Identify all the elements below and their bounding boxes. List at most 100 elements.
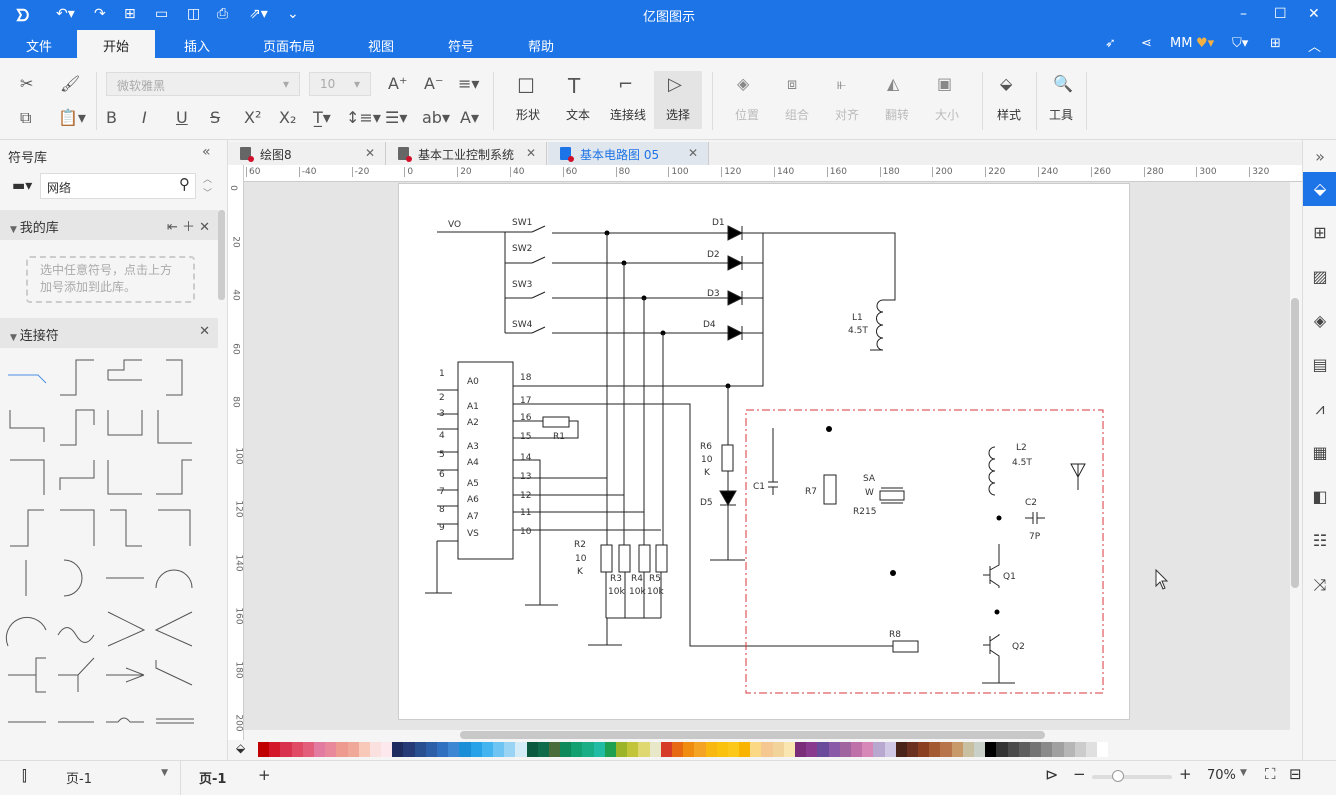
- color-swatch[interactable]: [1063, 742, 1075, 757]
- expand-panel-icon[interactable]: »: [1303, 140, 1336, 174]
- color-swatch[interactable]: [537, 742, 549, 757]
- color-swatch[interactable]: [918, 742, 930, 757]
- color-swatch[interactable]: [459, 742, 471, 757]
- color-swatch[interactable]: [1007, 742, 1019, 757]
- fill-bucket-icon[interactable]: ⬙: [236, 741, 245, 755]
- color-swatch[interactable]: [783, 742, 795, 757]
- color-swatch[interactable]: [593, 742, 605, 757]
- color-swatch[interactable]: [671, 742, 684, 757]
- table-panel-icon[interactable]: ▦: [1303, 436, 1336, 470]
- fit-page-icon[interactable]: ⛶: [1265, 765, 1276, 783]
- color-swatch[interactable]: [548, 742, 561, 757]
- color-swatch[interactable]: [1029, 742, 1042, 757]
- page-select[interactable]: 页-1 ▼: [66, 768, 168, 787]
- color-swatch[interactable]: [962, 742, 974, 757]
- image-panel-icon[interactable]: ▨: [1303, 260, 1336, 294]
- zoom-level[interactable]: 70%: [1207, 768, 1236, 783]
- color-swatch[interactable]: [951, 742, 963, 757]
- color-swatch[interactable]: [694, 742, 706, 757]
- zoom-in-icon[interactable]: +: [1179, 765, 1192, 783]
- color-swatch[interactable]: [571, 742, 583, 757]
- color-swatch[interactable]: [526, 742, 538, 757]
- color-swatch[interactable]: [627, 742, 639, 757]
- color-swatch[interactable]: [269, 742, 281, 757]
- color-swatch[interactable]: [1052, 742, 1064, 757]
- color-swatch[interactable]: [929, 742, 941, 757]
- zoom-slider-handle[interactable]: [1112, 770, 1125, 782]
- play-icon[interactable]: ⊳: [1045, 765, 1058, 784]
- color-swatch[interactable]: [806, 742, 818, 757]
- color-swatch[interactable]: [772, 742, 784, 757]
- color-swatch[interactable]: [873, 742, 885, 757]
- shape-data-panel-icon[interactable]: ◧: [1303, 480, 1336, 514]
- color-swatch[interactable]: [616, 742, 628, 757]
- color-swatch[interactable]: [392, 742, 404, 757]
- color-swatch[interactable]: [683, 742, 695, 757]
- color-swatch[interactable]: [414, 742, 426, 757]
- page-view-icon[interactable]: ⫿: [22, 767, 27, 785]
- color-swatch[interactable]: [604, 742, 616, 757]
- color-swatch[interactable]: [437, 742, 449, 757]
- color-swatch[interactable]: [504, 742, 516, 757]
- color-swatch[interactable]: [470, 742, 482, 757]
- color-swatch[interactable]: [862, 742, 874, 757]
- zoom-slider[interactable]: [1092, 770, 1172, 782]
- color-swatch[interactable]: [996, 742, 1008, 757]
- format-panel-icon[interactable]: ☷: [1303, 524, 1336, 558]
- color-swatch[interactable]: [839, 742, 851, 757]
- color-swatch[interactable]: [850, 742, 863, 757]
- color-swatch[interactable]: [705, 742, 717, 757]
- color-swatch[interactable]: [302, 742, 314, 757]
- color-swatch[interactable]: [347, 742, 359, 757]
- color-swatch[interactable]: [761, 742, 773, 757]
- color-swatch[interactable]: [828, 742, 840, 757]
- color-swatch[interactable]: [660, 742, 672, 757]
- color-swatch[interactable]: [515, 742, 527, 757]
- zoom-dropdown-icon[interactable]: ▼: [1240, 768, 1247, 778]
- color-swatch[interactable]: [1085, 742, 1098, 757]
- color-swatch[interactable]: [481, 742, 493, 757]
- color-swatch[interactable]: [560, 742, 572, 757]
- outline-panel-icon[interactable]: ⤨: [1303, 568, 1336, 602]
- color-swatch[interactable]: [582, 742, 594, 757]
- color-swatch[interactable]: [325, 742, 337, 757]
- color-swatch[interactable]: [638, 742, 650, 757]
- color-swatch[interactable]: [425, 742, 437, 757]
- zoom-out-icon[interactable]: −: [1073, 765, 1086, 783]
- color-swatch[interactable]: [369, 742, 382, 757]
- layout-panel-icon[interactable]: ⊞: [1303, 216, 1336, 250]
- color-swatch[interactable]: [727, 742, 740, 757]
- color-swatch[interactable]: [313, 742, 326, 757]
- color-swatch[interactable]: [895, 742, 907, 757]
- color-swatch[interactable]: [739, 742, 751, 757]
- color-swatch[interactable]: [1097, 742, 1109, 757]
- layers-panel-icon[interactable]: ◈: [1303, 304, 1336, 338]
- color-swatch[interactable]: [381, 742, 393, 757]
- color-swatch[interactable]: [716, 742, 728, 757]
- color-swatch[interactable]: [448, 742, 460, 757]
- color-swatch[interactable]: [358, 742, 370, 757]
- color-swatch[interactable]: [750, 742, 762, 757]
- color-swatch[interactable]: [817, 742, 829, 757]
- color-swatch[interactable]: [884, 742, 896, 757]
- color-swatch[interactable]: [940, 742, 952, 757]
- color-swatch[interactable]: [1041, 742, 1053, 757]
- fit-width-icon[interactable]: ⊟: [1289, 765, 1302, 783]
- add-page-icon[interactable]: +: [258, 766, 271, 784]
- fill-panel-icon[interactable]: ⬙: [1303, 172, 1336, 206]
- color-swatch[interactable]: [291, 742, 303, 757]
- color-swatch[interactable]: [403, 742, 415, 757]
- color-swatch[interactable]: [649, 742, 661, 757]
- color-swatch[interactable]: [258, 742, 270, 757]
- color-swatch[interactable]: [336, 742, 348, 757]
- color-swatch[interactable]: [906, 742, 919, 757]
- color-swatch[interactable]: [974, 742, 986, 757]
- color-swatch[interactable]: [985, 742, 997, 757]
- color-swatch[interactable]: [1074, 742, 1086, 757]
- color-swatch[interactable]: [795, 742, 807, 757]
- color-swatch[interactable]: [280, 742, 292, 757]
- page-tab[interactable]: 页-1: [199, 768, 226, 787]
- color-swatch[interactable]: [1018, 742, 1030, 757]
- page-panel-icon[interactable]: ▤: [1303, 348, 1336, 382]
- chart-panel-icon[interactable]: ⩘: [1303, 392, 1336, 426]
